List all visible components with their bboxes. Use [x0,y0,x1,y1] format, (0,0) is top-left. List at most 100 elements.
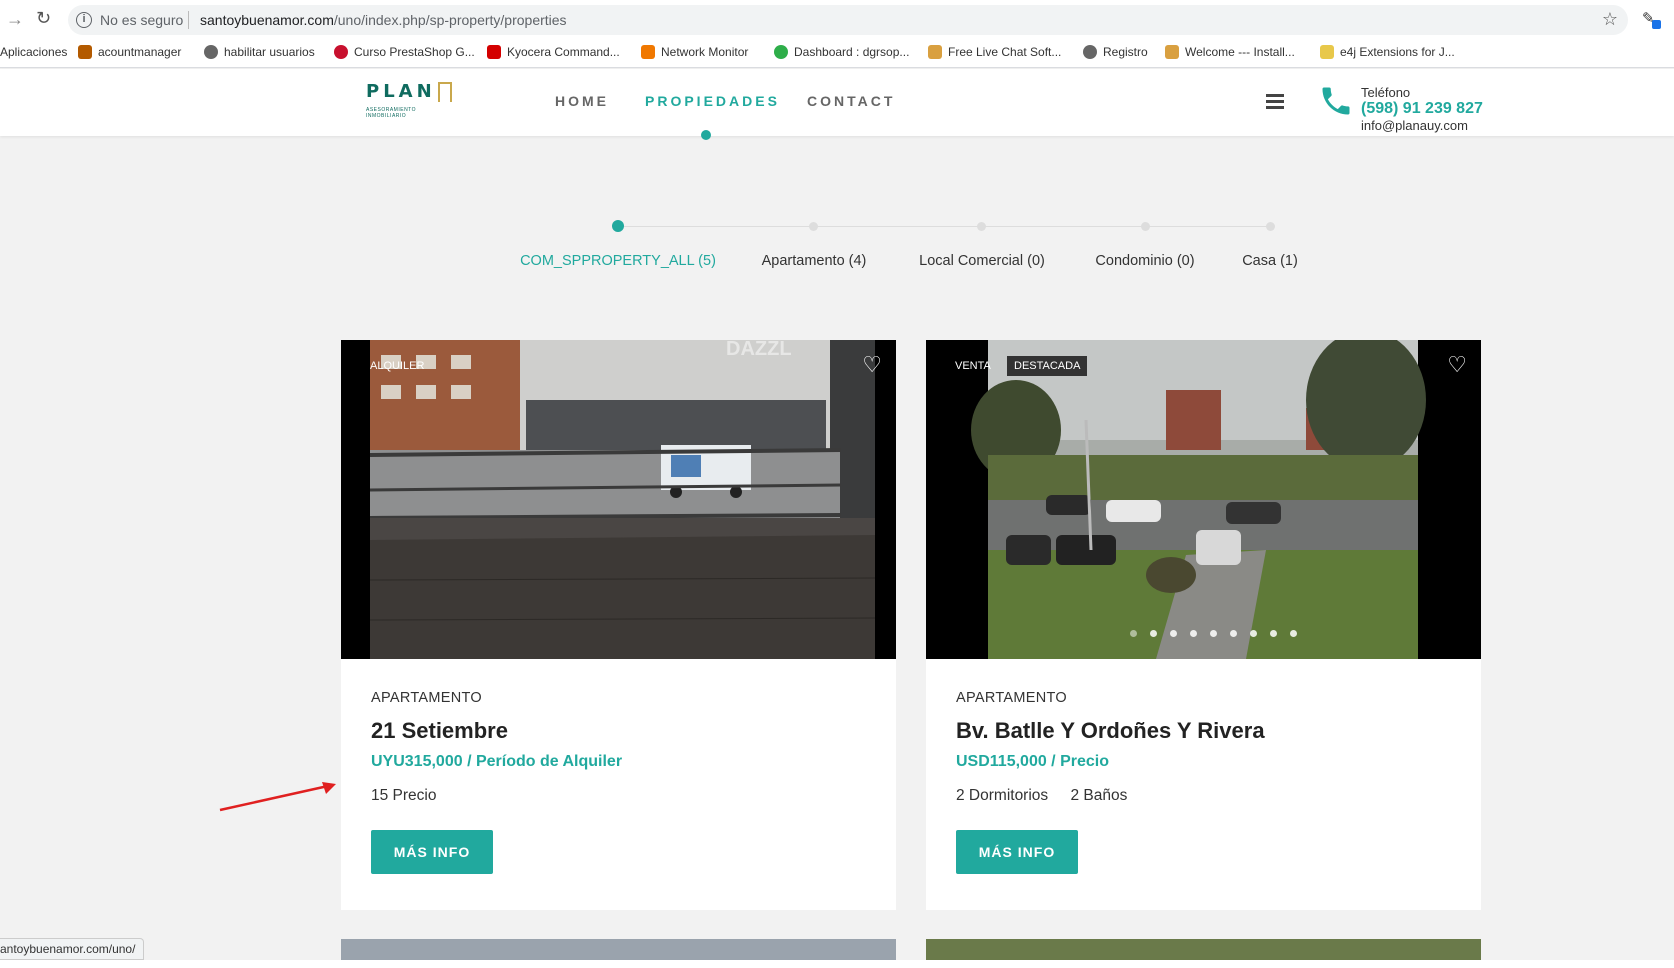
pager-dot[interactable] [1290,630,1297,637]
filter-dot[interactable] [1141,222,1150,231]
mas-info-button[interactable]: MÁS INFO [956,830,1078,874]
address-bar[interactable]: i No es seguro santoybuenamor.com/uno/in… [68,5,1628,35]
property-title[interactable]: 21 Setiembre [371,718,508,744]
security-label: No es seguro [100,12,184,28]
site-logo[interactable]: PLAN ASESORAMIENTO INMOBILIARIO [366,81,466,121]
page-bottom [0,960,1674,968]
filter-condominio[interactable]: Condominio (0) [1095,253,1194,269]
browser-toolbar: → ↻ i No es seguro santoybuenamor.com/un… [0,0,1674,38]
bookmark-item[interactable]: Registro [1083,45,1148,59]
bookmark-label: Welcome --- Install... [1185,45,1295,59]
filter-apartamento[interactable]: Apartamento (4) [762,253,867,269]
kyocera-icon [487,45,501,59]
filter-dot[interactable] [977,222,986,231]
bookmark-label: acountmanager [98,45,182,59]
mas-info-button[interactable]: MÁS INFO [371,830,493,874]
bookmark-label: habilitar usuarios [224,45,315,59]
bookmark-label: Curso PrestaShop G... [354,45,475,59]
dgr-icon [78,45,92,59]
heart-icon[interactable]: ♡ [862,352,882,378]
nav-home[interactable]: HOME [555,93,609,109]
status-badge: ALQUILER [370,360,425,372]
pager-dot[interactable] [1270,630,1277,637]
pager-dot[interactable] [1190,630,1197,637]
bookmark-label: Kyocera Command... [507,45,620,59]
active-nav-indicator [701,130,711,140]
bookmark-star-icon[interactable]: ☆ [1602,9,1618,30]
phone-number[interactable]: (598) 91 239 827 [1361,100,1483,118]
url-path: /uno/index.php/sp-property/properties [333,12,567,28]
filter-dot[interactable] [1266,222,1275,231]
pager-dot[interactable] [1230,630,1237,637]
url-host: santoybuenamor.com [200,12,334,28]
property-card: VENTA DESTACADA ♡ APARTAMENTO Bv. Batlle… [926,340,1481,910]
bookmark-label: Free Live Chat Soft... [948,45,1062,59]
pager-dot[interactable] [1210,630,1217,637]
email-link[interactable]: info@planauy.com [1361,118,1468,133]
filter-track [617,226,1272,227]
meta-item: 15 Precio [371,787,437,804]
nav-contact[interactable]: CONTACT [807,93,895,109]
pager-dot[interactable] [1150,630,1157,637]
extension-badge [1652,20,1661,29]
bookmark-item[interactable]: Curso PrestaShop G... [334,45,475,59]
balcony-photo: DAZZL [341,340,896,659]
divider [188,11,189,29]
pager-dot[interactable] [1170,630,1177,637]
house-icon [438,82,452,102]
filter-casa[interactable]: Casa (1) [1242,253,1298,269]
extension-button[interactable]: ✎ [1640,9,1662,29]
meta-item: 2 Baños [1070,787,1128,804]
filter-all[interactable]: COM_SPPROPERTY_ALL (5) [520,253,716,269]
property-title[interactable]: Bv. Batlle Y Ordoñes Y Rivera [956,718,1265,744]
chat-icon [1165,45,1179,59]
logo-subtitle: ASESORAMIENTO INMOBILIARIO [366,107,417,119]
heart-icon[interactable]: ♡ [1447,352,1467,378]
property-photo[interactable]: VENTA DESTACADA ♡ [926,340,1481,659]
status-bar-url: antoybuenamor.com/uno/ [0,938,145,960]
bookmark-item[interactable]: Welcome --- Install... [1165,45,1295,59]
info-icon[interactable]: i [76,12,92,28]
network-monitor-icon [641,45,655,59]
bookmark-item[interactable]: Aplicaciones [0,45,67,59]
bookmark-item[interactable]: habilitar usuarios [204,45,315,59]
annotation-arrow-icon [219,782,336,812]
property-photo[interactable]: DAZZL ALQUILER ♡ [341,340,896,659]
featured-badge: DESTACADA [1007,356,1088,376]
forward-icon[interactable]: → [6,9,24,30]
property-card: DAZZL ALQUILER ♡ APARTAMENTO 21 Setiembr… [341,340,896,910]
bookmark-item[interactable]: acountmanager [78,45,181,59]
phone-label: Teléfono [1361,85,1411,100]
filter-local-comercial[interactable]: Local Comercial (0) [919,253,1045,269]
menu-icon[interactable] [1266,94,1284,109]
logo-text: PLAN [366,81,436,102]
property-meta: 15 Precio [371,787,454,805]
pager-dot[interactable] [1250,630,1257,637]
bookmark-label: e4j Extensions for J... [1340,45,1455,59]
filter-dot[interactable] [809,222,818,231]
property-price: USD115,000 / Precio [956,753,1109,770]
bookmark-item[interactable]: Free Live Chat Soft... [928,45,1061,59]
park-photo [926,340,1481,659]
dashboard-icon [774,45,788,59]
status-badge: VENTA [955,360,991,372]
meta-item: 2 Dormitorios [956,787,1049,804]
bookmark-item[interactable]: Dashboard : dgrsop... [774,45,909,59]
phone-icon [1318,82,1354,129]
filter-dot[interactable] [612,220,624,232]
bookmark-item[interactable]: Network Monitor [641,45,748,59]
bookmark-label: Dashboard : dgrsop... [794,45,910,59]
property-price: UYU315,000 / Período de Alquiler [371,753,623,770]
nav-propiedades[interactable]: PROPIEDADES [645,93,780,109]
url-text[interactable]: santoybuenamor.com/uno/index.php/sp-prop… [200,12,567,28]
property-meta: 2 Dormitorios 2 Baños [956,787,1145,805]
bookmark-item[interactable]: e4j Extensions for J... [1320,45,1455,59]
bookmark-item[interactable]: Kyocera Command... [487,45,620,59]
reload-icon[interactable]: ↻ [36,8,51,29]
globe-icon [1083,45,1097,59]
property-type: APARTAMENTO [956,690,1067,706]
pager-dot[interactable] [1130,630,1137,637]
bookmark-label: Aplicaciones [0,45,68,59]
chat-icon [928,45,942,59]
globe-icon [204,45,218,59]
